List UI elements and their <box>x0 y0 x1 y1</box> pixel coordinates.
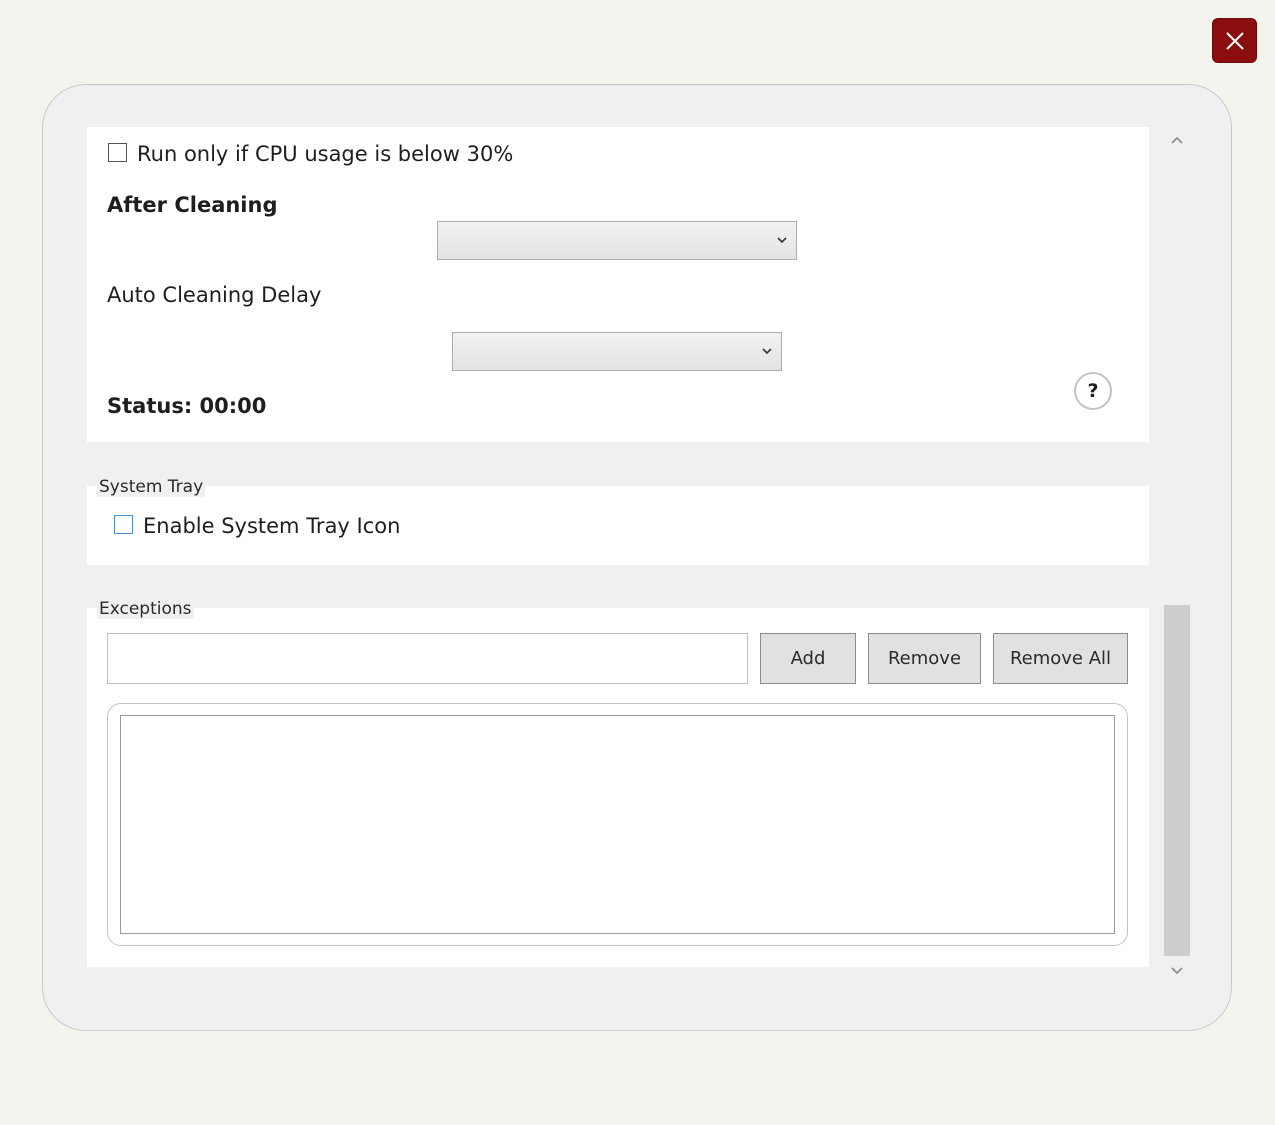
close-button[interactable] <box>1212 18 1257 63</box>
cpu-usage-checkbox[interactable] <box>108 143 127 162</box>
auto-cleaning-delay-select[interactable] <box>452 332 782 371</box>
add-button[interactable]: Add <box>760 633 856 684</box>
system-tray-panel: Enable System Tray Icon <box>87 486 1149 565</box>
after-cleaning-heading: After Cleaning <box>107 193 278 217</box>
help-button[interactable]: ? <box>1074 372 1112 410</box>
close-icon <box>1225 31 1244 50</box>
scroll-down-icon[interactable] <box>1169 962 1185 978</box>
after-cleaning-select[interactable] <box>437 221 797 260</box>
system-tray-caption: System Tray <box>97 477 206 497</box>
chevron-down-icon <box>762 348 772 355</box>
help-icon: ? <box>1087 380 1099 402</box>
remove-button[interactable]: Remove <box>868 633 981 684</box>
scheduling-panel: Run only if CPU usage is below 30% After… <box>87 127 1149 442</box>
scrollbar-thumb[interactable] <box>1164 605 1190 956</box>
enable-tray-icon-label: Enable System Tray Icon <box>143 514 401 538</box>
exception-input[interactable] <box>107 633 748 684</box>
remove-all-button[interactable]: Remove All <box>993 633 1128 684</box>
chevron-down-icon <box>777 237 787 244</box>
exceptions-caption: Exceptions <box>97 599 194 619</box>
status-text: Status: 00:00 <box>107 394 267 418</box>
auto-cleaning-delay-label: Auto Cleaning Delay <box>107 283 322 307</box>
scroll-up-icon[interactable] <box>1169 133 1185 149</box>
exceptions-list-frame <box>107 703 1128 946</box>
exceptions-list[interactable] <box>120 715 1115 934</box>
cpu-usage-label: Run only if CPU usage is below 30% <box>137 142 514 166</box>
exceptions-panel: Add Remove Remove All <box>87 608 1149 967</box>
settings-dialog: Run only if CPU usage is below 30% After… <box>42 84 1232 1031</box>
enable-tray-icon-checkbox[interactable] <box>114 515 133 534</box>
